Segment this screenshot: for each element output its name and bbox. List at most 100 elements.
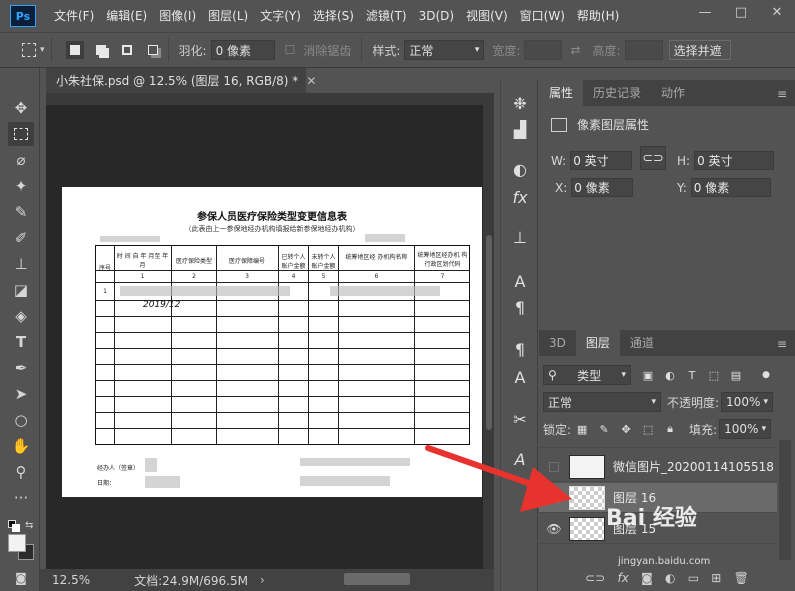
menu-type[interactable]: 文字(Y) [254, 0, 307, 32]
menu-view[interactable]: 视图(V) [460, 0, 514, 32]
lock-transparent-icon[interactable]: ▦ [575, 422, 589, 436]
antialias-checkbox[interactable]: ☐ [285, 43, 296, 57]
group-icon[interactable]: ▭ [688, 571, 699, 585]
glyphs-icon[interactable]: A [507, 446, 533, 472]
tab-properties[interactable]: 属性 [539, 80, 584, 106]
lock-artboard-icon[interactable]: ⬚ [641, 422, 655, 436]
adjustments-icon[interactable]: ◐ [507, 156, 533, 182]
menu-edit[interactable]: 编辑(E) [100, 0, 153, 32]
vertical-scroll-thumb[interactable] [486, 235, 492, 430]
filter-adjustment-icon[interactable]: ◐ [663, 368, 677, 382]
tab-3d[interactable]: 3D [539, 330, 576, 356]
adjustment-layer-icon[interactable]: ◐ [665, 571, 675, 585]
new-layer-icon[interactable]: ⊞ [711, 571, 721, 585]
lock-all-icon[interactable]: 🔒︎ [663, 422, 677, 436]
menu-window[interactable]: 窗口(W) [514, 0, 571, 32]
menu-help[interactable]: 帮助(H) [571, 0, 625, 32]
text-tool-icon[interactable]: T [8, 330, 34, 354]
width-input[interactable] [524, 40, 563, 60]
quick-mask-icon[interactable]: ◙ [8, 566, 34, 590]
paragraph-icon[interactable]: ¶ [507, 294, 533, 320]
move-tool-icon[interactable]: ✥ [8, 96, 34, 120]
filter-pixel-icon[interactable]: ▣ [641, 368, 655, 382]
brush-tool-icon[interactable]: ✐ [8, 226, 34, 250]
w-input[interactable]: 0 英寸 [570, 151, 633, 170]
link-layers-icon[interactable]: ⊂⊃ [585, 571, 605, 585]
fx-icon[interactable]: fx [617, 571, 628, 585]
blend-mode-select[interactable]: 正常 ▾ [543, 392, 661, 412]
stamp-tool-icon[interactable]: ⊥ [8, 252, 34, 276]
eraser-tool-icon[interactable]: ◪ [8, 278, 34, 302]
more-tools-icon[interactable]: ··· [8, 486, 34, 510]
zoom-level[interactable]: 12.5% [52, 573, 90, 587]
menu-select[interactable]: 选择(S) [307, 0, 360, 32]
add-selection-button[interactable] [92, 41, 110, 59]
panel-menu-icon[interactable]: ≡ [777, 337, 787, 351]
h-input[interactable]: 0 英寸 [694, 151, 775, 170]
navigator-icon[interactable]: ❉ [507, 90, 533, 116]
color-swatches[interactable] [8, 534, 34, 564]
fill-input[interactable]: 100% ▾ [719, 419, 772, 439]
eye-icon[interactable]: 👁︎ [539, 522, 569, 536]
tab-history[interactable]: 历史记录 [583, 80, 651, 106]
status-chevron-icon[interactable]: › [260, 573, 265, 587]
character-styles-icon[interactable]: A [507, 364, 533, 390]
tab-actions[interactable]: 动作 [651, 80, 695, 106]
select-and-mask-button[interactable]: 选择并遮 [668, 40, 731, 60]
histogram-icon[interactable]: ▟ [507, 116, 533, 142]
hand-tool-icon[interactable]: ✋ [8, 434, 34, 458]
character-icon[interactable]: A [507, 268, 533, 294]
trash-icon[interactable]: 🗑︎ [734, 571, 749, 585]
layers-scrollbar[interactable] [779, 440, 791, 560]
tab-layers[interactable]: 图层 [575, 330, 620, 356]
visibility-toggle[interactable] [549, 492, 559, 503]
subtract-selection-button[interactable] [118, 41, 136, 59]
opacity-input[interactable]: 100% ▾ [721, 392, 774, 412]
menu-layer[interactable]: 图层(L) [202, 0, 254, 32]
add-mask-icon[interactable]: ◙ [641, 571, 653, 585]
paragraph-styles-icon[interactable]: ¶ [507, 336, 533, 362]
lasso-tool-icon[interactable]: ⌀ [8, 148, 34, 172]
filter-smart-object-icon[interactable]: ▤ [729, 368, 743, 382]
close-button[interactable]: ✕ [759, 0, 795, 24]
y-input[interactable]: 0 像素 [690, 178, 771, 197]
zoom-tool-icon[interactable]: ⚲ [8, 460, 34, 484]
horizontal-scroll-thumb[interactable] [344, 573, 410, 585]
minimize-button[interactable]: — [687, 0, 723, 24]
new-selection-button[interactable] [65, 41, 84, 59]
styles-icon[interactable]: fx [507, 184, 533, 210]
menu-file[interactable]: 文件(F) [48, 0, 100, 32]
filter-kind-select[interactable]: ⚲ 类型 ▾ [543, 365, 631, 385]
pen-tool-icon[interactable]: ✒ [8, 356, 34, 380]
lock-image-icon[interactable]: ✎ [597, 422, 611, 436]
panel-menu-icon[interactable]: ≡ [777, 87, 787, 101]
clone-source-icon[interactable]: ⊥ [507, 224, 533, 250]
layer-row[interactable]: 微信图片_20200114105518 [539, 452, 777, 482]
tools-preset-icon[interactable]: ✂ [507, 406, 533, 432]
chevron-down-icon[interactable]: ▾ [40, 45, 45, 55]
tab-channels[interactable]: 通道 [620, 330, 664, 356]
menu-filter[interactable]: 滤镜(T) [360, 0, 413, 32]
ellipse-tool-icon[interactable]: ○ [8, 408, 34, 432]
menu-3d[interactable]: 3D(D) [413, 0, 460, 32]
feather-input[interactable]: 0 像素 [210, 40, 275, 60]
document-tab[interactable]: 小朱社保.psd @ 12.5% (图层 16, RGB/8) * ✕ [46, 68, 316, 93]
maximize-button[interactable]: □ [723, 0, 759, 24]
menu-image[interactable]: 图像(I) [153, 0, 202, 32]
swap-icon[interactable]: ⇄ [570, 43, 580, 57]
marquee-preset-icon[interactable] [22, 43, 36, 57]
x-input[interactable]: 0 像素 [571, 178, 634, 197]
link-icon[interactable]: ⊂⊃ [640, 146, 666, 170]
marquee-tool-icon[interactable] [8, 122, 34, 146]
height-input[interactable] [624, 40, 663, 60]
style-select[interactable]: 正常 ▾ [404, 40, 485, 60]
magic-wand-tool-icon[interactable]: ✦ [8, 174, 34, 198]
path-select-tool-icon[interactable]: ➤ [8, 382, 34, 406]
visibility-toggle[interactable] [549, 461, 559, 472]
filter-shape-icon[interactable]: ⬚ [707, 368, 721, 382]
filter-toggle-icon[interactable]: ● [759, 368, 773, 382]
paint-bucket-tool-icon[interactable]: ◈ [8, 304, 34, 328]
intersect-selection-button[interactable] [144, 41, 162, 59]
close-tab-icon[interactable]: ✕ [306, 74, 316, 88]
lock-position-icon[interactable]: ✥ [619, 422, 633, 436]
